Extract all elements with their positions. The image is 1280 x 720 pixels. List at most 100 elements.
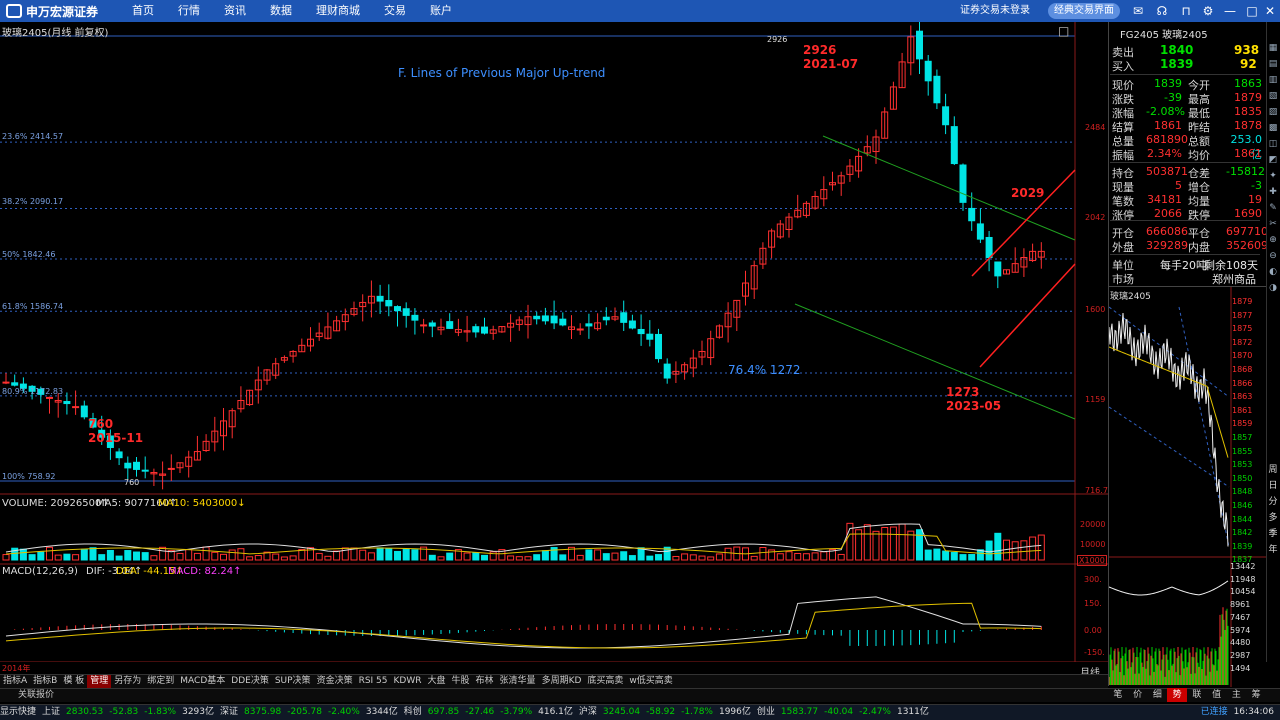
high-date-annotation: 2021-07: [803, 57, 859, 71]
volume-bar: [715, 553, 723, 561]
side-tool-icon[interactable]: ◐: [1267, 266, 1279, 278]
indicator-tab-15[interactable]: 张清华量: [497, 675, 539, 688]
indicator-tab-3[interactable]: 管理: [87, 675, 112, 688]
side-tool-icon[interactable]: ✎: [1267, 202, 1279, 214]
side-tool-icon[interactable]: ▦: [1267, 42, 1279, 54]
right-tab-7[interactable]: 筹: [1246, 688, 1266, 702]
indicator-tab-12[interactable]: 大盘: [425, 675, 449, 688]
indicator-tab-8[interactable]: SUP决策: [272, 675, 314, 688]
login-status[interactable]: 证券交易未登录: [960, 0, 1030, 22]
indicator-tab-6[interactable]: MACD基本: [177, 675, 228, 688]
side-tool-icon[interactable]: ⊖: [1267, 250, 1279, 262]
indicator-tab-7[interactable]: DDE决策: [228, 675, 272, 688]
indicator-tab-16[interactable]: 多周期KD: [539, 675, 585, 688]
volume-bar: [794, 552, 802, 561]
indicator-tab-18[interactable]: w低买高卖: [626, 675, 675, 688]
side-tool-icon[interactable]: ▤: [1267, 58, 1279, 70]
indicator-tab-2[interactable]: 模 板: [60, 675, 87, 688]
nav-item-3[interactable]: 数据: [258, 0, 304, 22]
volume-bar: [28, 554, 36, 561]
indicator-tab-4[interactable]: 另存为: [111, 675, 144, 688]
nav-item-4[interactable]: 理财商城: [304, 0, 372, 22]
indicator-tab-17[interactable]: 底买高卖: [584, 675, 626, 688]
side-tool-icon[interactable]: ▩: [1267, 122, 1279, 134]
right-tab-5[interactable]: 值: [1207, 688, 1227, 702]
period-icon[interactable]: 年: [1267, 544, 1279, 556]
intraday-price-tick: 1846: [1232, 501, 1253, 510]
period-icon[interactable]: 分: [1267, 496, 1279, 508]
volume-bar: [428, 554, 436, 561]
status-item: -2.40%: [328, 707, 360, 717]
nav-item-0[interactable]: 首页: [120, 0, 166, 22]
right-tab-2[interactable]: 细: [1148, 688, 1168, 702]
volume-bar: [394, 550, 401, 561]
candle-body: [637, 328, 645, 335]
period-icon[interactable]: 多: [1267, 512, 1279, 524]
indicator-tab-0[interactable]: 指标A: [0, 675, 30, 688]
price-axis-label: 1600: [1085, 305, 1106, 314]
nav-item-6[interactable]: 账户: [418, 0, 464, 22]
indicator-tab-10[interactable]: RSI 55: [356, 675, 391, 688]
indicator-tab-13[interactable]: 牛股: [449, 675, 473, 688]
status-item: 1996亿: [718, 707, 751, 717]
status-item: 上证: [42, 707, 61, 717]
headset-icon[interactable]: ☊: [1154, 3, 1170, 19]
volume-bar: [211, 551, 219, 561]
right-tab-4[interactable]: 联: [1187, 688, 1207, 702]
side-tool-icon[interactable]: ◩: [1267, 154, 1279, 166]
volume-axis-label: 10000: [1080, 540, 1106, 549]
candle-body: [428, 322, 436, 327]
side-tool-icon[interactable]: ▨: [1267, 106, 1279, 118]
volume-bar: [620, 551, 628, 561]
candle-body: [394, 306, 401, 312]
right-tab-6[interactable]: 主: [1227, 688, 1247, 702]
side-tool-icon[interactable]: ✦: [1267, 170, 1279, 182]
nav-item-2[interactable]: 资讯: [212, 0, 258, 22]
side-toolbar: [1266, 22, 1280, 662]
recent-low-date-annotation: 2023-05: [946, 399, 1002, 413]
status-item: 1583.77: [780, 707, 819, 717]
period-icon[interactable]: 周: [1267, 464, 1279, 476]
side-tool-icon[interactable]: ▧: [1267, 90, 1279, 102]
volume-bar: [872, 530, 880, 561]
side-tool-icon[interactable]: ◫: [1267, 138, 1279, 150]
nav-item-1[interactable]: 行情: [166, 0, 212, 22]
indicator-tab-5[interactable]: 绑定到: [144, 675, 177, 688]
close-icon[interactable]: ✕: [1262, 3, 1278, 19]
volume-bar: [750, 555, 758, 561]
fib-label: 100% 758.92: [2, 472, 56, 481]
right-tab-0[interactable]: 笔: [1108, 688, 1128, 702]
chart-maximize-icon[interactable]: □: [1058, 24, 1069, 38]
candle-body: [533, 315, 541, 320]
indicator-tab-14[interactable]: 布林: [473, 675, 497, 688]
side-tool-icon[interactable]: ✂: [1267, 218, 1279, 230]
maximize-icon[interactable]: □: [1244, 3, 1260, 19]
candle-body: [481, 326, 488, 334]
volume-bar: [289, 555, 297, 561]
gear-icon[interactable]: ⚙: [1200, 3, 1216, 19]
side-tool-icon[interactable]: ▥: [1267, 74, 1279, 86]
nav-item-5[interactable]: 交易: [372, 0, 418, 22]
side-tool-icon[interactable]: ◑: [1267, 282, 1279, 294]
lock-icon[interactable]: ⊓: [1178, 3, 1194, 19]
side-tool-icon[interactable]: ⊕: [1267, 234, 1279, 246]
indicator-tab-9[interactable]: 资金决策: [314, 675, 356, 688]
volume-bar: [994, 532, 1002, 561]
indicator-tab-1[interactable]: 指标B: [30, 675, 60, 688]
quote-cell: 697710: [1226, 225, 1268, 238]
volume-bar: [37, 551, 45, 561]
volume-bar: [559, 554, 567, 561]
indicator-tab-11[interactable]: KDWR: [391, 675, 425, 688]
status-item[interactable]: 显示快捷: [0, 705, 42, 720]
right-tab-1[interactable]: 价: [1128, 688, 1148, 702]
candle-body: [420, 324, 428, 327]
period-icon[interactable]: 季: [1267, 528, 1279, 540]
right-tab-3[interactable]: 势: [1167, 688, 1187, 702]
minimize-icon[interactable]: —: [1222, 3, 1238, 19]
side-tool-icon[interactable]: ✚: [1267, 186, 1279, 198]
period-icon[interactable]: 日: [1267, 480, 1279, 492]
related-quote-bar[interactable]: 关联报价: [0, 688, 1280, 702]
candle-body: [472, 326, 480, 333]
mail-icon[interactable]: ✉: [1130, 3, 1146, 19]
classic-trade-button[interactable]: 经典交易界面: [1048, 3, 1120, 19]
